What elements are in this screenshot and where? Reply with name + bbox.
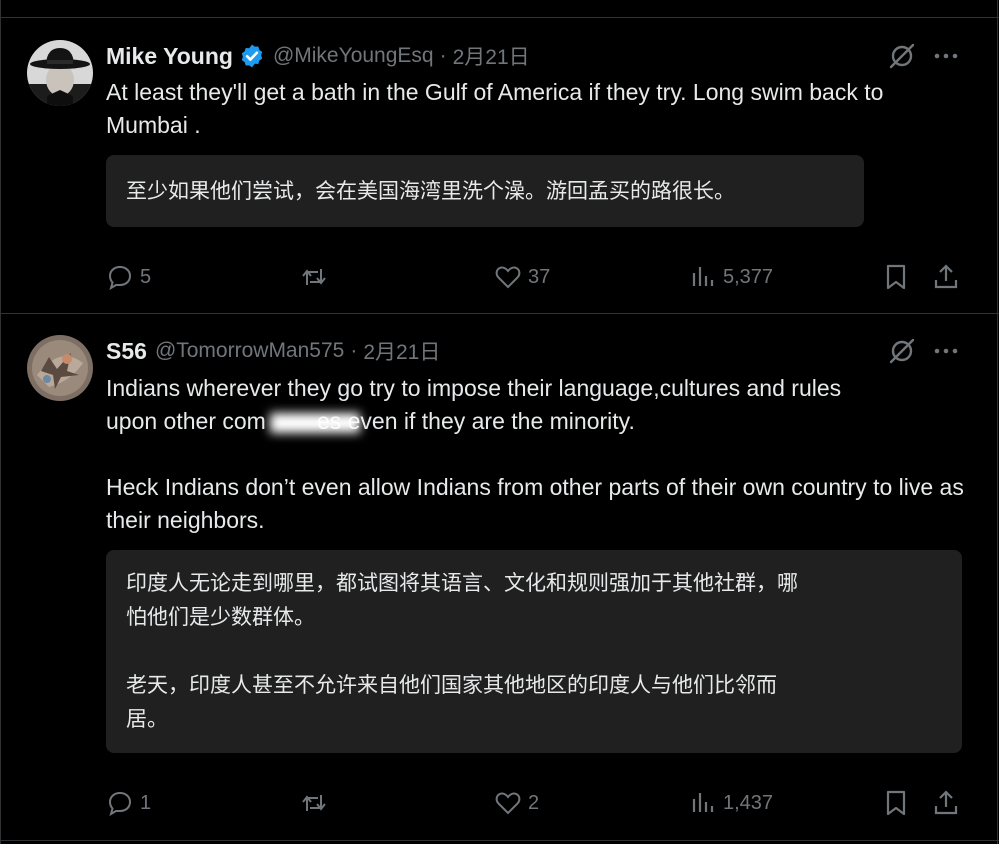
grok-button[interactable] xyxy=(884,333,920,369)
views-count: 1,437 xyxy=(723,791,774,814)
separator-dot: · xyxy=(439,44,447,67)
tweet-text-paragraph-2: Heck Indians don’t even allow Indians fr… xyxy=(106,474,971,533)
tweet-header: Mike Young @MikeYoungEsq · 2月21日 xyxy=(106,41,530,71)
repost-icon xyxy=(302,269,326,285)
handle[interactable]: @MikeYoungEsq xyxy=(273,44,434,68)
reply-icon xyxy=(108,265,132,291)
more-icon xyxy=(934,53,958,59)
grok-button[interactable] xyxy=(884,38,920,74)
like-icon xyxy=(495,792,521,815)
repost-icon xyxy=(302,795,326,811)
bookmark-icon xyxy=(886,790,906,816)
tweet-text-line-1: Indians wherever they go try to impose t… xyxy=(106,375,842,401)
redaction-blur xyxy=(270,413,360,433)
timestamp[interactable]: 2月21日 xyxy=(363,336,440,366)
repost-button[interactable] xyxy=(300,785,334,821)
avatar[interactable] xyxy=(27,40,93,106)
display-name[interactable]: Mike Young xyxy=(106,43,233,70)
tweet[interactable]: Mike Young @MikeYoungEsq · 2月21日 At leas… xyxy=(0,18,999,313)
share-icon xyxy=(934,264,958,289)
bookmark-button[interactable] xyxy=(882,785,910,821)
translation-box: 至少如果他们尝试，会在美国海湾里洗个澡。游回孟买的路很长。 xyxy=(106,155,864,227)
like-count: 37 xyxy=(528,265,551,288)
more-button[interactable] xyxy=(928,38,964,74)
reply-icon xyxy=(108,791,132,817)
repost-button[interactable] xyxy=(300,259,334,295)
like-button[interactable]: 37 xyxy=(494,259,550,295)
reply-count: 5 xyxy=(140,265,152,288)
views-button[interactable]: 1,437 xyxy=(689,785,773,821)
reply-button[interactable]: 5 xyxy=(106,259,151,295)
tweet[interactable]: S56 @TomorrowMan575 · 2月21日 Indians wher… xyxy=(0,314,999,840)
share-button[interactable] xyxy=(932,785,960,821)
like-count: 2 xyxy=(528,791,540,814)
verified-badge-icon xyxy=(239,43,265,69)
views-icon xyxy=(692,793,714,812)
more-icon xyxy=(934,348,958,354)
separator-dot: · xyxy=(350,339,358,362)
divider xyxy=(0,840,999,841)
tweet-header: S56 @TomorrowMan575 · 2月21日 xyxy=(106,336,440,366)
avatar[interactable] xyxy=(27,335,93,401)
reply-button[interactable]: 1 xyxy=(106,785,151,821)
share-icon xyxy=(934,790,958,815)
translation-box: 印度人无论走到哪里，都试图将其语言、文化和规则强加于其他社群，哪 怕他们是少数群… xyxy=(106,550,962,753)
grok-icon xyxy=(889,43,915,69)
grok-icon xyxy=(889,338,915,364)
like-button[interactable]: 2 xyxy=(494,785,539,821)
display-name[interactable]: S56 xyxy=(106,338,147,365)
views-count: 5,377 xyxy=(723,265,774,288)
more-button[interactable] xyxy=(928,333,964,369)
views-button[interactable]: 5,377 xyxy=(689,259,773,295)
handle[interactable]: @TomorrowMan575 xyxy=(155,339,344,363)
bookmark-icon xyxy=(886,264,906,290)
bookmark-button[interactable] xyxy=(882,259,910,295)
tweet-text: At least they'll get a bath in the Gulf … xyxy=(106,79,890,138)
views-icon xyxy=(692,267,714,286)
reply-count: 1 xyxy=(140,791,152,814)
like-icon xyxy=(495,266,521,289)
share-button[interactable] xyxy=(932,259,960,295)
timestamp[interactable]: 2月21日 xyxy=(453,41,530,71)
tweet-text-line-2: upon other com es even if they are the m… xyxy=(106,408,635,434)
